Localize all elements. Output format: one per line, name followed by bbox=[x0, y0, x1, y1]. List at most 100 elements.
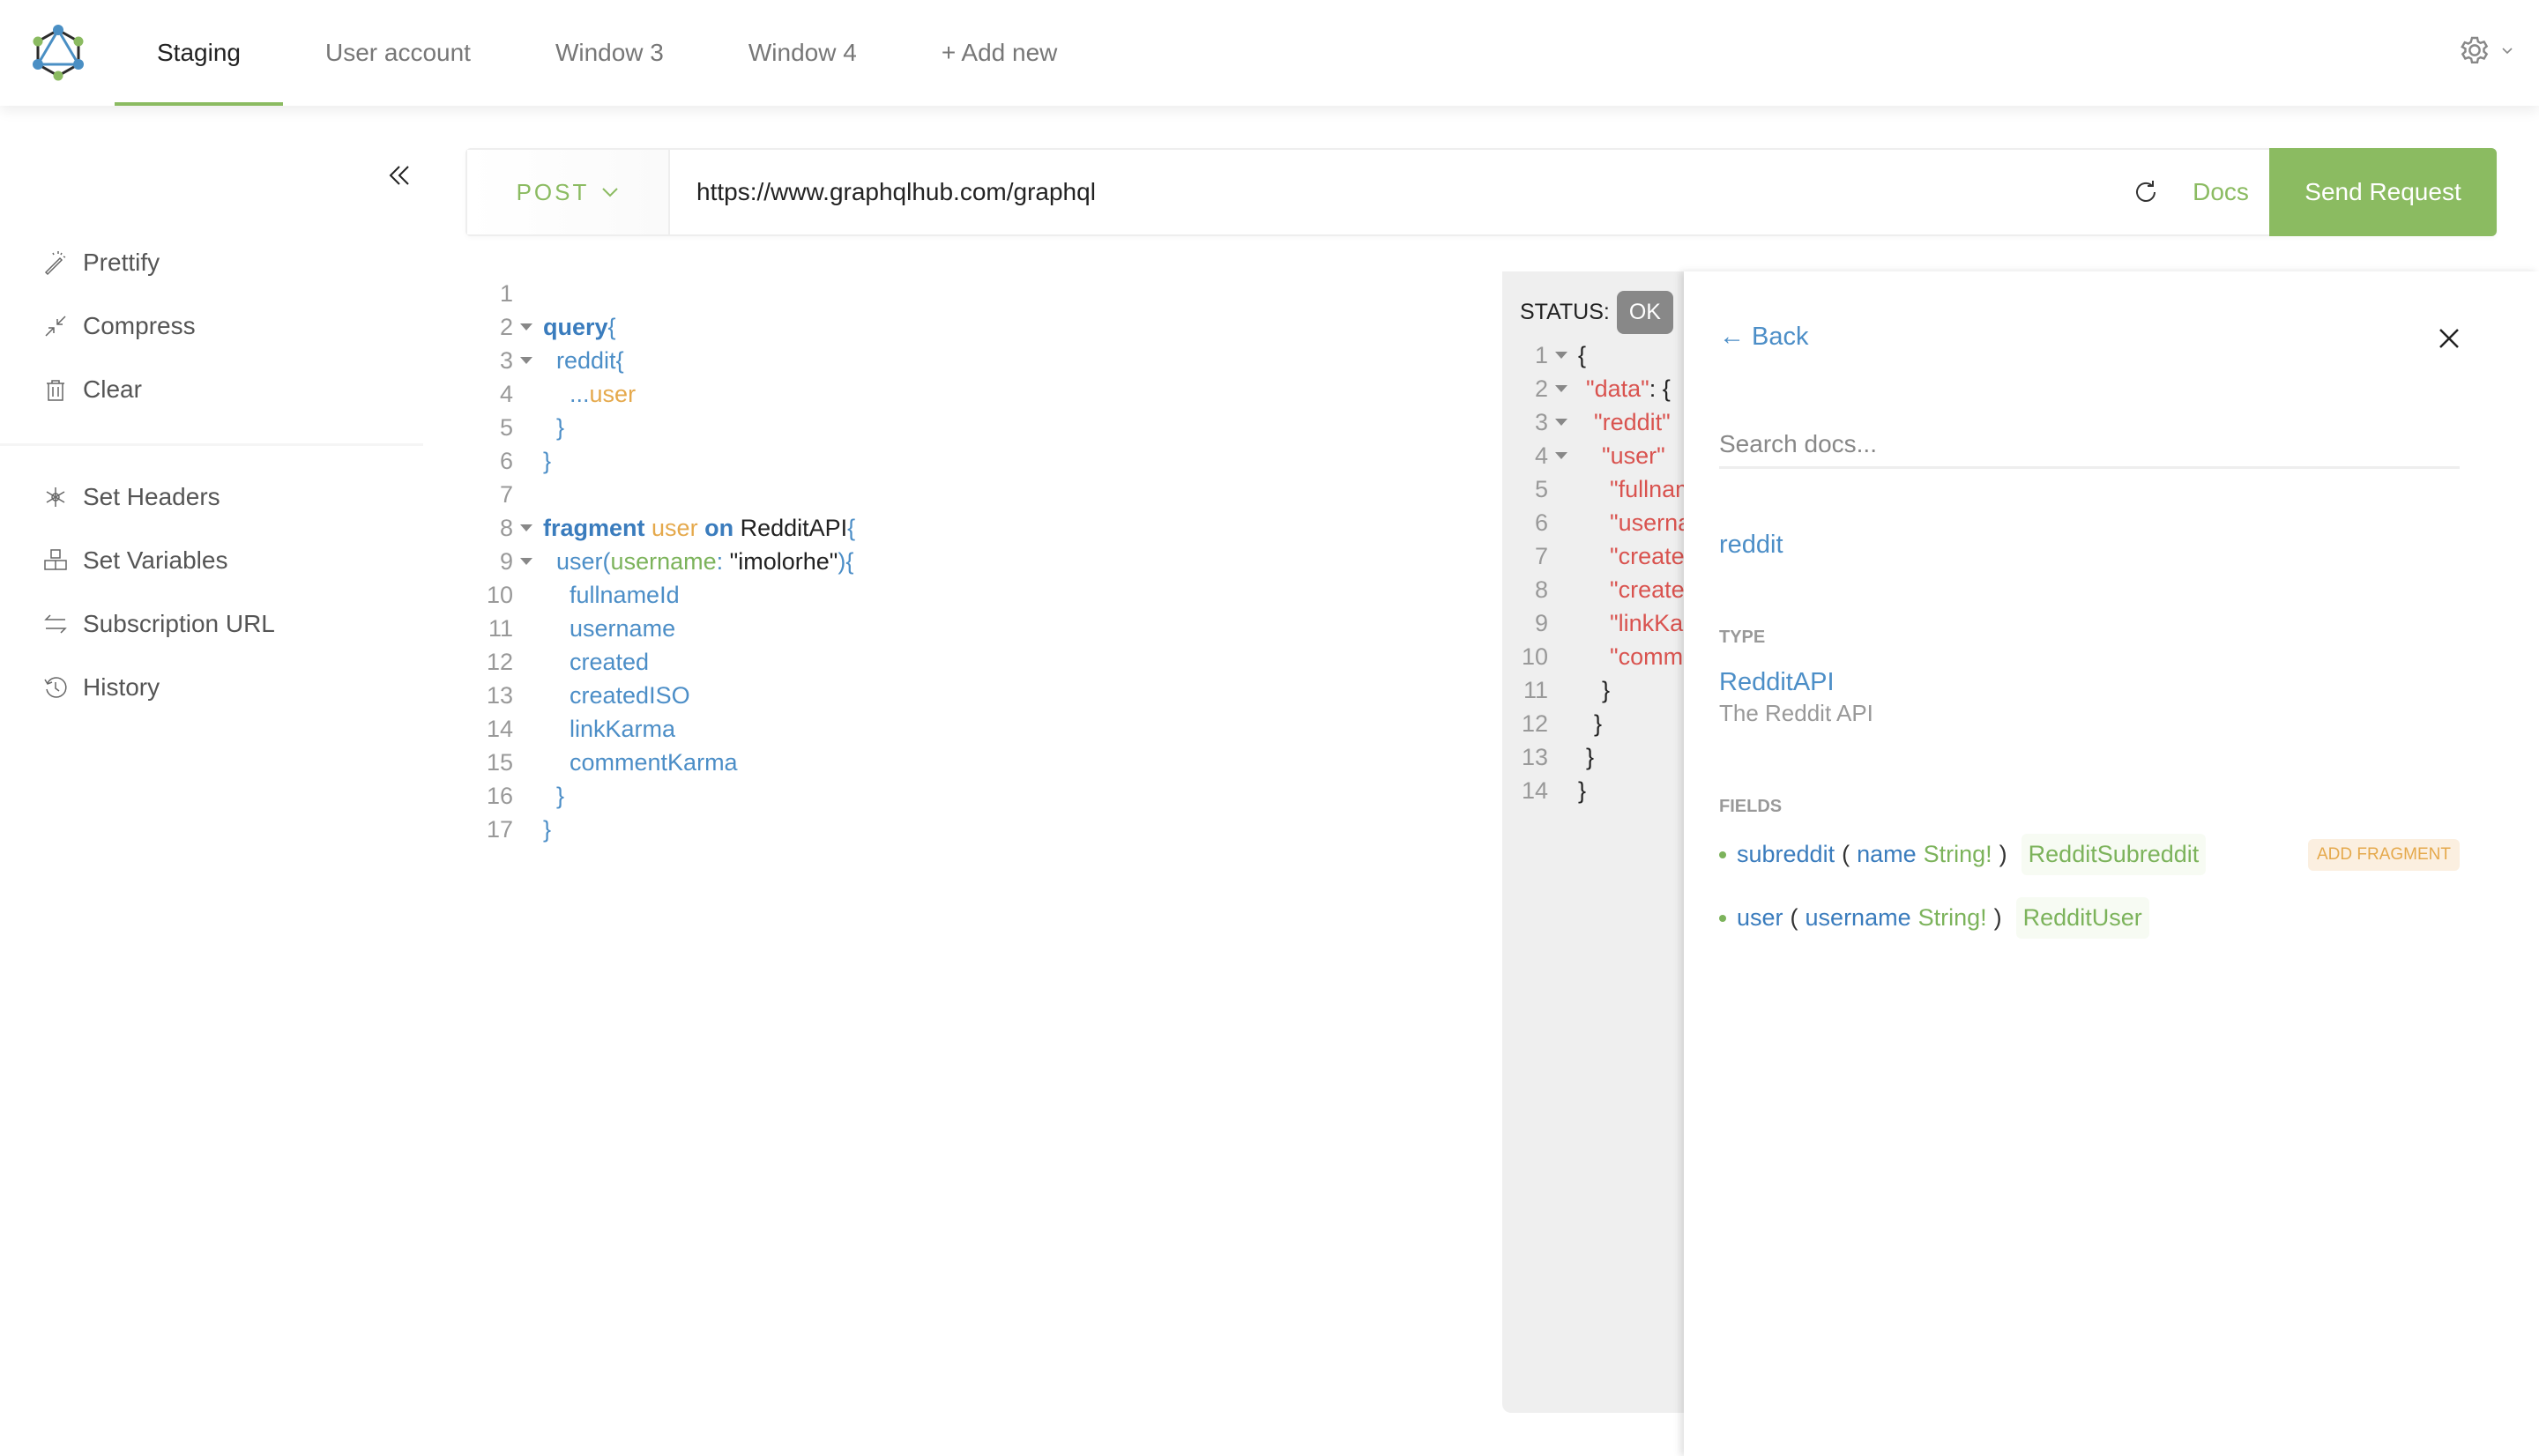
tab-window-4[interactable]: Window 4 bbox=[706, 0, 899, 106]
refresh-icon bbox=[2136, 181, 2156, 202]
result-line: 2 "data": { bbox=[1502, 372, 1684, 405]
line-number: 12 bbox=[1521, 710, 1548, 737]
double-chevron-left-icon[interactable] bbox=[384, 160, 414, 190]
editor-line: 1 bbox=[467, 277, 1490, 310]
line-number: 1 bbox=[499, 280, 513, 307]
asterisk-icon bbox=[46, 487, 65, 507]
fold-arrow-icon[interactable] bbox=[1548, 372, 1575, 405]
line-number: 6 bbox=[1534, 509, 1548, 536]
json-key-token: "data" bbox=[1586, 375, 1649, 402]
fold-arrow-icon[interactable] bbox=[513, 310, 540, 344]
open-paren: ( bbox=[1842, 841, 1850, 867]
clear-button[interactable]: Clear bbox=[42, 375, 142, 404]
fold-arrow-icon[interactable] bbox=[1548, 439, 1575, 472]
set-headers-button[interactable]: Set Headers bbox=[42, 483, 220, 511]
result-line: 8 "createdISO" bbox=[1502, 573, 1684, 606]
fragment-ref-token: user bbox=[589, 381, 637, 407]
fold-arrow-icon[interactable] bbox=[513, 545, 540, 578]
docs-field-title[interactable]: reddit bbox=[1719, 531, 1783, 560]
tab-window-3[interactable]: Window 3 bbox=[513, 0, 706, 106]
line-number: 2 bbox=[499, 314, 513, 340]
field-token: fullnameId bbox=[570, 582, 680, 608]
json-key-token: "username" bbox=[1610, 509, 1684, 536]
line-number: 10 bbox=[486, 582, 513, 608]
editor-line: 5 } bbox=[467, 411, 1490, 444]
result-code: 1{2"data": {3"reddit"4"user"5"fullnameId… bbox=[1502, 338, 1684, 807]
editor-line: 9 user(username: "imolorhe"){ bbox=[467, 545, 1490, 578]
graphql-logo-icon bbox=[33, 25, 84, 81]
line-number: 15 bbox=[486, 749, 513, 776]
line-number: 1 bbox=[1534, 342, 1548, 368]
subscription-url-button[interactable]: Subscription URL bbox=[42, 610, 275, 638]
close-icon[interactable] bbox=[2435, 324, 2463, 353]
history-button[interactable]: History bbox=[42, 673, 160, 702]
brace-token: { bbox=[607, 314, 616, 340]
result-line: 3 "reddit" bbox=[1502, 405, 1684, 439]
line-number: 4 bbox=[499, 381, 513, 407]
field-name-link[interactable]: subreddit bbox=[1737, 841, 1835, 868]
brace-token: { bbox=[847, 515, 856, 541]
json-key-token: "fullnameId" bbox=[1610, 476, 1684, 502]
docs-search-input[interactable] bbox=[1719, 421, 2460, 469]
line-number: 9 bbox=[499, 548, 513, 575]
reload-docs-button[interactable] bbox=[2119, 150, 2172, 234]
set-variables-button[interactable]: Set Variables bbox=[42, 546, 227, 575]
result-line: 11} bbox=[1502, 673, 1684, 707]
prettify-button[interactable]: Prettify bbox=[42, 249, 160, 277]
fold-arrow-icon[interactable] bbox=[1548, 405, 1575, 439]
paren-token: ) bbox=[838, 548, 846, 575]
compress-button[interactable]: Compress bbox=[42, 312, 196, 340]
add-new-tab-button[interactable]: + Add new bbox=[899, 0, 1100, 106]
field-name-link[interactable]: user bbox=[1737, 904, 1783, 932]
http-method-select[interactable]: POST bbox=[467, 150, 670, 234]
line-number: 10 bbox=[1521, 643, 1548, 670]
http-method-value: POST bbox=[516, 178, 590, 205]
cubes-icon bbox=[44, 549, 67, 570]
brace-token: { bbox=[845, 548, 854, 575]
line-number: 12 bbox=[486, 649, 513, 675]
editor-line: 4 ...user bbox=[467, 377, 1490, 411]
doc-field-item: user ( username String! ) RedditUser bbox=[1719, 897, 2460, 939]
line-number: 11 bbox=[488, 615, 513, 642]
line-number: 5 bbox=[499, 414, 513, 441]
bullet-icon bbox=[1719, 851, 1726, 858]
fold-arrow-icon[interactable] bbox=[513, 344, 540, 377]
fold-arrow-icon[interactable] bbox=[513, 511, 540, 545]
editor-line: 6} bbox=[467, 444, 1490, 478]
tab-staging[interactable]: Staging bbox=[115, 0, 283, 106]
result-line: 12} bbox=[1502, 707, 1684, 740]
docs-back-button[interactable]: ← Back bbox=[1719, 323, 1809, 352]
result-panel[interactable]: STATUS: OK 1{2 "data": {3 "reddit" 4 "user" 5… bbox=[1502, 271, 1684, 1413]
result-line: 6 "username" bbox=[1502, 506, 1684, 539]
status-badge: OK bbox=[1616, 291, 1673, 334]
fold-arrow-icon[interactable] bbox=[1548, 338, 1575, 372]
arg-type: String! bbox=[1917, 904, 1987, 931]
compress-label: Compress bbox=[83, 312, 196, 339]
history-icon bbox=[44, 677, 67, 698]
prettify-label: Prettify bbox=[83, 249, 160, 276]
field-token: reddit bbox=[556, 347, 616, 374]
return-type-link[interactable]: RedditUser bbox=[2015, 897, 2149, 939]
result-line: 13} bbox=[1502, 740, 1684, 774]
brace-token: } bbox=[1594, 710, 1603, 737]
result-line: 14} bbox=[1502, 774, 1684, 807]
json-key-token: "linkKarma" bbox=[1610, 610, 1684, 636]
settings-menu-button[interactable] bbox=[2456, 32, 2514, 69]
url-input[interactable] bbox=[670, 150, 2119, 234]
field-token: created bbox=[570, 649, 650, 675]
json-key-token: "commentKarma" bbox=[1610, 643, 1684, 670]
editor-line: 7 bbox=[467, 478, 1490, 511]
type-link[interactable]: RedditAPI bbox=[1719, 668, 1835, 697]
query-editor[interactable]: 1 2 query{ 3 reddit{ 4 ...user 5 } 6} 7 8… bbox=[467, 277, 1490, 846]
brace-token: { bbox=[1578, 342, 1587, 368]
line-number: 2 bbox=[1534, 375, 1548, 402]
field-token: linkKarma bbox=[570, 716, 676, 742]
docs-toggle-button[interactable]: Docs bbox=[2172, 150, 2269, 234]
fields-section-label: FIELDS bbox=[1719, 797, 1783, 816]
line-number: 4 bbox=[1534, 442, 1548, 469]
tab-user-account[interactable]: User account bbox=[283, 0, 513, 106]
add-fragment-button[interactable]: ADD FRAGMENT bbox=[2308, 838, 2460, 871]
return-type-link[interactable]: RedditSubreddit bbox=[2021, 834, 2207, 875]
fragment-name-token: user bbox=[652, 515, 698, 541]
send-request-button[interactable]: Send Request bbox=[2269, 148, 2497, 236]
